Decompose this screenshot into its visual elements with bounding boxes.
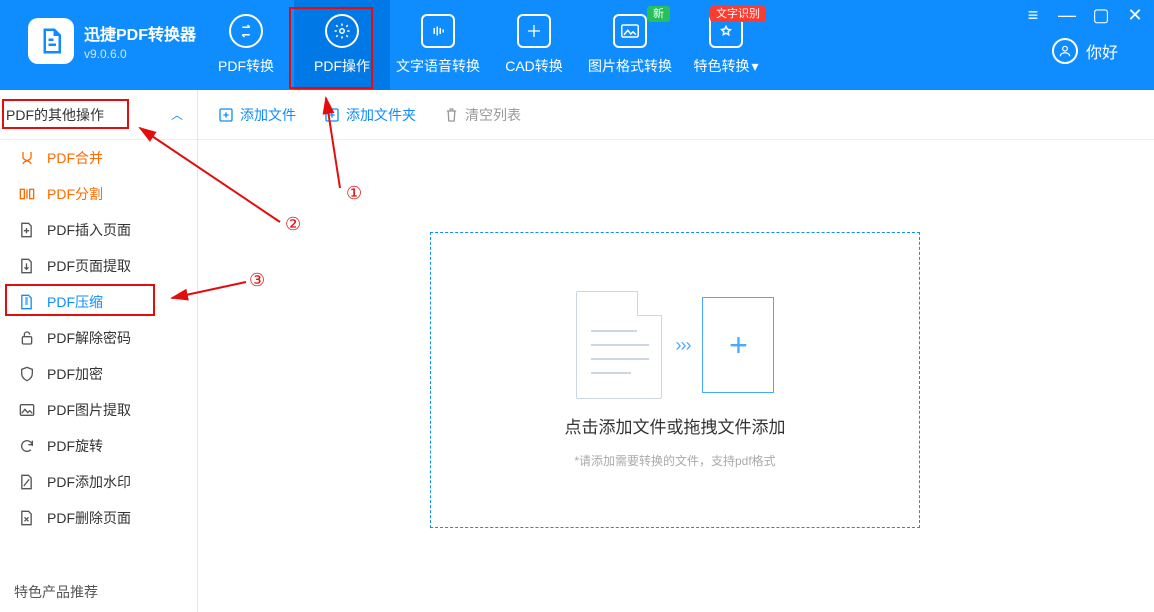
- toolbar-label: 添加文件夹: [346, 105, 416, 125]
- annotation-number-3: ③: [249, 270, 265, 291]
- main-tabs: PDF转换 PDF操作 文字语音转换 CAD转换 新 图片格式转换 文字识别 特…: [198, 0, 774, 90]
- maximize-button[interactable]: ▢: [1092, 6, 1110, 24]
- insert-page-icon: [18, 222, 35, 239]
- chevron-up-icon: ︿: [171, 106, 183, 123]
- sidebar-item-label: PDF加密: [47, 364, 103, 384]
- sidebar: PDF的其他操作 ︿ PDF合并 PDF分割 PDF插入页面 PDF页面提取 P…: [0, 90, 198, 612]
- dropzone-title: 点击添加文件或拖拽文件添加: [565, 413, 786, 438]
- tab-cad[interactable]: CAD转换: [486, 0, 582, 90]
- toolbar-label: 添加文件: [240, 105, 296, 125]
- add-box-icon: +: [702, 297, 774, 393]
- trash-icon: [444, 107, 459, 123]
- rotate-icon: [18, 438, 35, 455]
- sidebar-item-label: PDF分割: [47, 184, 103, 204]
- merge-icon: [18, 150, 35, 167]
- add-folder-button[interactable]: 添加文件夹: [324, 105, 416, 125]
- tab-image-format[interactable]: 新 图片格式转换: [582, 0, 678, 90]
- unlock-icon: [18, 330, 35, 347]
- annotation-number-1: ①: [346, 183, 362, 204]
- image-icon: [613, 14, 647, 48]
- sidebar-item-extract-image[interactable]: PDF图片提取: [0, 392, 197, 428]
- window-controls: ≡ — ▢ ✕: [1024, 6, 1144, 24]
- sidebar-item-merge[interactable]: PDF合并: [0, 140, 197, 176]
- sidebar-group-label: PDF的其他操作: [6, 105, 104, 125]
- folder-plus-icon: [324, 107, 340, 123]
- tab-pdf-operate[interactable]: PDF操作: [294, 0, 390, 90]
- close-button[interactable]: ✕: [1126, 6, 1144, 24]
- tab-label: CAD转换: [505, 56, 563, 76]
- document-icon: [576, 291, 662, 399]
- title-bar: 迅捷PDF转换器 v9.0.6.0 PDF转换 PDF操作 文字语音转换 CAD…: [0, 0, 1154, 90]
- add-file-button[interactable]: 添加文件: [218, 105, 296, 125]
- sidebar-item-label: PDF解除密码: [47, 328, 131, 348]
- sidebar-group-header[interactable]: PDF的其他操作 ︿: [0, 90, 197, 140]
- swap-icon: [229, 14, 263, 48]
- sidebar-item-extract-page[interactable]: PDF页面提取: [0, 248, 197, 284]
- minimize-button[interactable]: —: [1058, 6, 1076, 24]
- dropzone[interactable]: › › › + 点击添加文件或拖拽文件添加 *请添加需要转换的文件，支持pdf格…: [430, 232, 920, 528]
- sidebar-item-label: PDF图片提取: [47, 400, 131, 420]
- tab-label: 图片格式转换: [588, 56, 672, 76]
- sidebar-item-label: PDF插入页面: [47, 220, 131, 240]
- tab-label: 特色转换▾: [693, 56, 758, 76]
- app-brand: 迅捷PDF转换器 v9.0.6.0: [28, 18, 196, 64]
- dropzone-subtitle: *请添加需要转换的文件，支持pdf格式: [574, 452, 775, 469]
- sidebar-item-label: PDF页面提取: [47, 256, 131, 276]
- app-logo-icon: [28, 18, 74, 64]
- shield-icon: [18, 366, 35, 383]
- tab-special[interactable]: 文字识别 特色转换▾: [678, 0, 774, 90]
- chevron-down-icon: ▾: [751, 58, 758, 75]
- sidebar-item-remove-password[interactable]: PDF解除密码: [0, 320, 197, 356]
- sidebar-item-label: PDF合并: [47, 148, 103, 168]
- file-plus-icon: [218, 107, 234, 123]
- sidebar-item-insert-page[interactable]: PDF插入页面: [0, 212, 197, 248]
- app-name: 迅捷PDF转换器: [84, 21, 196, 45]
- toolbar: 添加文件 添加文件夹 清空列表: [198, 90, 1154, 140]
- sidebar-item-delete-page[interactable]: PDF删除页面: [0, 500, 197, 536]
- ocr-badge: 文字识别: [710, 6, 766, 22]
- sidebar-item-label: PDF删除页面: [47, 508, 131, 528]
- new-badge: 新: [647, 6, 670, 22]
- compress-icon: [18, 294, 35, 311]
- tab-pdf-convert[interactable]: PDF转换: [198, 0, 294, 90]
- sidebar-footer[interactable]: 特色产品推荐: [14, 582, 98, 602]
- arrows-icon: › › ›: [676, 335, 689, 356]
- dropzone-illustration: › › › +: [576, 291, 775, 399]
- user-greeting: 你好: [1086, 39, 1118, 63]
- app-version: v9.0.6.0: [84, 47, 196, 61]
- sidebar-item-watermark[interactable]: PDF添加水印: [0, 464, 197, 500]
- user-icon: [1052, 38, 1078, 64]
- menu-icon[interactable]: ≡: [1024, 6, 1042, 24]
- tab-label: PDF操作: [314, 56, 370, 76]
- clear-list-button[interactable]: 清空列表: [444, 105, 521, 125]
- tab-label: 文字语音转换: [396, 56, 480, 76]
- delete-page-icon: [18, 510, 35, 527]
- extract-page-icon: [18, 258, 35, 275]
- image-extract-icon: [18, 402, 35, 419]
- sidebar-item-compress[interactable]: PDF压缩: [0, 284, 197, 320]
- sidebar-item-label: PDF旋转: [47, 436, 103, 456]
- split-icon: [18, 186, 35, 203]
- sidebar-item-rotate[interactable]: PDF旋转: [0, 428, 197, 464]
- sidebar-item-encrypt[interactable]: PDF加密: [0, 356, 197, 392]
- audio-icon: [421, 14, 455, 48]
- toolbar-label: 清空列表: [465, 105, 521, 125]
- sidebar-item-label: PDF压缩: [47, 292, 103, 312]
- tab-tts[interactable]: 文字语音转换: [390, 0, 486, 90]
- annotation-number-2: ②: [285, 214, 301, 235]
- watermark-icon: [18, 474, 35, 491]
- user-area[interactable]: 你好: [1052, 38, 1118, 64]
- tab-label: PDF转换: [218, 56, 274, 76]
- sidebar-item-label: PDF添加水印: [47, 472, 131, 492]
- sidebar-item-split[interactable]: PDF分割: [0, 176, 197, 212]
- gear-icon: [325, 14, 359, 48]
- cad-icon: [517, 14, 551, 48]
